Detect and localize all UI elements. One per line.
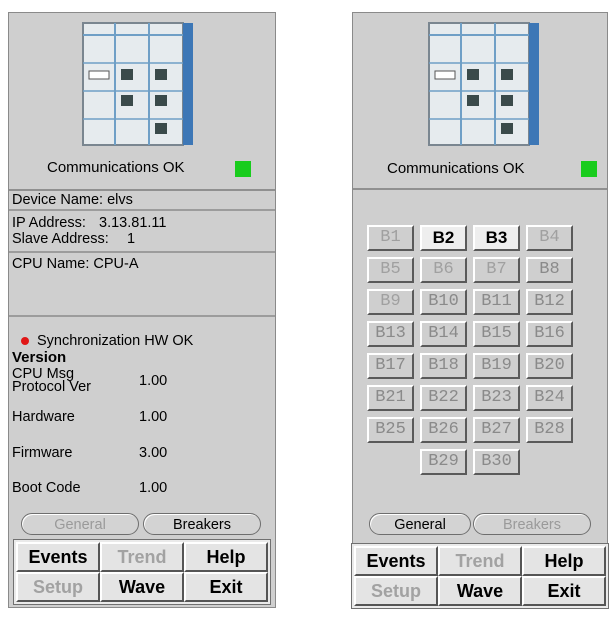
boot-code-label: Boot Code (12, 480, 81, 496)
sync-status-text: Synchronization HW OK (37, 333, 194, 349)
wave-button[interactable]: Wave (438, 576, 522, 606)
slave-address-label: Slave Address: (12, 231, 109, 247)
breaker-button-b19[interactable]: B19 (473, 353, 520, 379)
breaker-button-b6[interactable]: B6 (420, 257, 467, 283)
breaker-status-panel: Communications OK B1 B2 B3 B4 B5 B6 B7 B8 B9 B10 B… (351, 12, 609, 609)
events-button[interactable]: Events (354, 546, 438, 576)
address-row: IP Address: 3.13.81.11 Slave Address: 1 (9, 211, 275, 253)
breaker-button-b1[interactable]: B1 (367, 225, 414, 251)
breaker-button-b17[interactable]: B17 (367, 353, 414, 379)
breaker-button-b14[interactable]: B14 (420, 321, 467, 347)
breaker-button-b27[interactable]: B27 (473, 417, 520, 443)
firmware-label: Firmware (12, 445, 73, 461)
cpu-name-row: CPU Name: CPU-A (9, 253, 275, 317)
breaker-button-b21[interactable]: B21 (367, 385, 414, 411)
breaker-button-b20[interactable]: B20 (526, 353, 573, 379)
breaker-button-b15[interactable]: B15 (473, 321, 520, 347)
device-image-area: Communications OK (9, 13, 275, 191)
sync-status-dot-icon (21, 337, 29, 345)
bottom-button-bar: Events Trend Help Setup Wave Exit (13, 539, 271, 605)
breaker-button-b11[interactable]: B11 (473, 289, 520, 315)
communications-status-text: Communications OK (387, 160, 525, 177)
hardware-value: 1.00 (139, 409, 168, 425)
breakers-tab[interactable]: Breakers (143, 513, 261, 535)
breaker-button-b30[interactable]: B30 (473, 449, 520, 475)
cpu-msg-protocol-value: 1.00 (139, 373, 168, 389)
events-button[interactable]: Events (16, 542, 100, 572)
wave-button[interactable]: Wave (100, 572, 184, 602)
device-name-row: Device Name: elvs (9, 189, 275, 211)
bottom-button-bar: Events Trend Help Setup Wave Exit (351, 543, 609, 609)
version-heading: Version (12, 349, 67, 366)
trend-button[interactable]: Trend (438, 546, 522, 576)
breaker-button-b2[interactable]: B2 (420, 225, 467, 251)
boot-code-value: 1.00 (139, 480, 168, 496)
setup-button[interactable]: Setup (354, 576, 438, 606)
cpu-msg-protocol-label: CPU Msg Protocol Ver (12, 366, 91, 395)
general-tab[interactable]: General (369, 513, 471, 535)
breaker-button-b26[interactable]: B26 (420, 417, 467, 443)
switchgear-cabinet-icon (82, 22, 193, 146)
ip-address-label: IP Address: (12, 215, 86, 231)
firmware-value: 3.00 (139, 445, 168, 461)
breaker-button-b28[interactable]: B28 (526, 417, 573, 443)
switchgear-cabinet-icon (428, 22, 539, 146)
exit-button[interactable]: Exit (522, 576, 606, 606)
help-button[interactable]: Help (184, 542, 268, 572)
communications-status-indicator (581, 161, 597, 177)
breaker-button-b23[interactable]: B23 (473, 385, 520, 411)
breaker-button-b22[interactable]: B22 (420, 385, 467, 411)
communications-status-text: Communications OK (47, 159, 185, 176)
breakers-tab[interactable]: Breakers (473, 513, 591, 535)
general-tab[interactable]: General (21, 513, 139, 535)
trend-button[interactable]: Trend (100, 542, 184, 572)
breaker-button-b24[interactable]: B24 (526, 385, 573, 411)
breaker-button-b29[interactable]: B29 (420, 449, 467, 475)
breaker-button-b4[interactable]: B4 (526, 225, 573, 251)
breaker-button-b9[interactable]: B9 (367, 289, 414, 315)
breaker-button-b25[interactable]: B25 (367, 417, 414, 443)
setup-button[interactable]: Setup (16, 572, 100, 602)
communications-status-indicator (235, 161, 251, 177)
help-button[interactable]: Help (522, 546, 606, 576)
ip-address-value: 3.13.81.11 (99, 215, 167, 231)
breaker-button-b10[interactable]: B10 (420, 289, 467, 315)
cpu-name-text: CPU Name: CPU-A (12, 256, 139, 272)
breaker-button-b16[interactable]: B16 (526, 321, 573, 347)
device-image-area: Communications OK (353, 13, 607, 190)
breaker-button-b3[interactable]: B3 (473, 225, 520, 251)
breaker-button-b8[interactable]: B8 (526, 257, 573, 283)
breaker-grid: B1 B2 B3 B4 B5 B6 B7 B8 B9 B10 B11 B12 B13 B14 B15 B16 B… (367, 225, 593, 479)
breaker-button-b18[interactable]: B18 (420, 353, 467, 379)
breaker-button-b12[interactable]: B12 (526, 289, 573, 315)
slave-address-value: 1 (127, 231, 136, 247)
breaker-button-b5[interactable]: B5 (367, 257, 414, 283)
device-name-text: Device Name: elvs (12, 192, 133, 208)
device-overview-panel: Communications OK Device Name: elvs IP A… (8, 12, 276, 608)
breaker-button-b7[interactable]: B7 (473, 257, 520, 283)
breaker-button-b13[interactable]: B13 (367, 321, 414, 347)
exit-button[interactable]: Exit (184, 572, 268, 602)
hardware-label: Hardware (12, 409, 75, 425)
